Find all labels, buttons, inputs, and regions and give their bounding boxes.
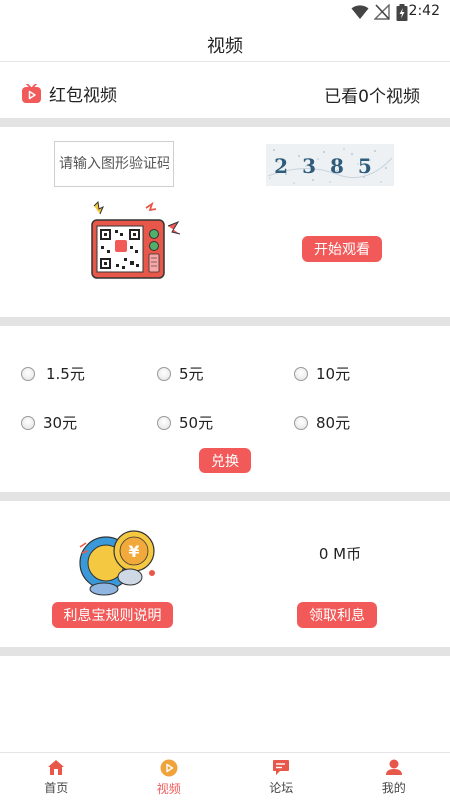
radio-button[interactable] bbox=[157, 415, 171, 430]
home-icon bbox=[48, 760, 65, 775]
title-bar: 视频 bbox=[0, 24, 450, 62]
captcha-code: 2385 bbox=[274, 154, 386, 178]
rules-button[interactable]: 利息宝规则说明 bbox=[52, 602, 173, 628]
wifi-icon bbox=[351, 5, 369, 19]
forum-icon bbox=[273, 760, 290, 775]
watched-count: 已看0个视频 bbox=[324, 87, 420, 107]
claim-interest-button[interactable]: 领取利息 bbox=[297, 602, 377, 628]
radio-button[interactable] bbox=[294, 366, 308, 381]
radio-button[interactable] bbox=[157, 366, 171, 381]
amount-option-1[interactable]: 1.5元 bbox=[21, 363, 85, 384]
balance-text: 0 M币 bbox=[318, 545, 362, 563]
page-title: 视频 bbox=[207, 36, 243, 57]
divider bbox=[0, 492, 450, 501]
tab-forum[interactable]: 论坛 bbox=[225, 753, 338, 800]
amount-option-3[interactable]: 10元 bbox=[294, 363, 350, 384]
coins-illustration: ¥ bbox=[79, 530, 155, 596]
radio-button[interactable] bbox=[21, 415, 35, 430]
amount-option-6[interactable]: 80元 bbox=[294, 412, 350, 433]
amount-label: 5元 bbox=[179, 365, 204, 383]
amount-label: 50元 bbox=[179, 414, 214, 432]
brand-label: 红包视频 bbox=[49, 86, 117, 106]
tab-label: 我的 bbox=[381, 781, 406, 795]
amount-label: 1.5元 bbox=[46, 365, 85, 383]
exchange-button[interactable]: 兑换 bbox=[199, 448, 251, 473]
tab-label: 首页 bbox=[44, 781, 69, 795]
start-watch-button[interactable]: 开始观看 bbox=[302, 236, 382, 262]
amount-option-5[interactable]: 50元 bbox=[157, 412, 213, 433]
radio-button[interactable] bbox=[21, 366, 35, 381]
amount-option-4[interactable]: 30元 bbox=[21, 412, 77, 433]
radio-button[interactable] bbox=[294, 415, 308, 430]
no-signal-icon bbox=[374, 4, 390, 20]
divider bbox=[0, 118, 450, 127]
profile-icon bbox=[385, 759, 402, 775]
tab-profile[interactable]: 我的 bbox=[338, 753, 450, 800]
divider bbox=[0, 647, 450, 656]
divider bbox=[0, 317, 450, 326]
captcha-image[interactable]: 2385 bbox=[266, 144, 394, 186]
amount-label: 10元 bbox=[316, 365, 351, 383]
tv-qr-illustration bbox=[91, 200, 181, 279]
brand: 红包视频 bbox=[22, 81, 117, 106]
status-bar: 2:42 bbox=[0, 0, 450, 24]
video-icon bbox=[160, 759, 178, 777]
bottom-tab-bar: 首页 视频 论坛 我的 bbox=[0, 752, 450, 800]
tab-label: 论坛 bbox=[269, 781, 294, 795]
captcha-input[interactable] bbox=[54, 141, 174, 187]
tab-home[interactable]: 首页 bbox=[0, 753, 113, 800]
svg-text:¥: ¥ bbox=[128, 542, 139, 561]
red-packet-video-icon bbox=[22, 84, 41, 103]
status-time: 2:42 bbox=[408, 3, 440, 19]
amount-option-2[interactable]: 5元 bbox=[157, 363, 204, 384]
tab-label: 视频 bbox=[156, 782, 181, 796]
battery-charging-icon bbox=[396, 4, 408, 21]
tab-video[interactable]: 视频 bbox=[113, 753, 226, 800]
video-header-row: 红包视频 已看0个视频 bbox=[0, 62, 450, 118]
amount-label: 30元 bbox=[43, 414, 78, 432]
amount-label: 80元 bbox=[316, 414, 351, 432]
